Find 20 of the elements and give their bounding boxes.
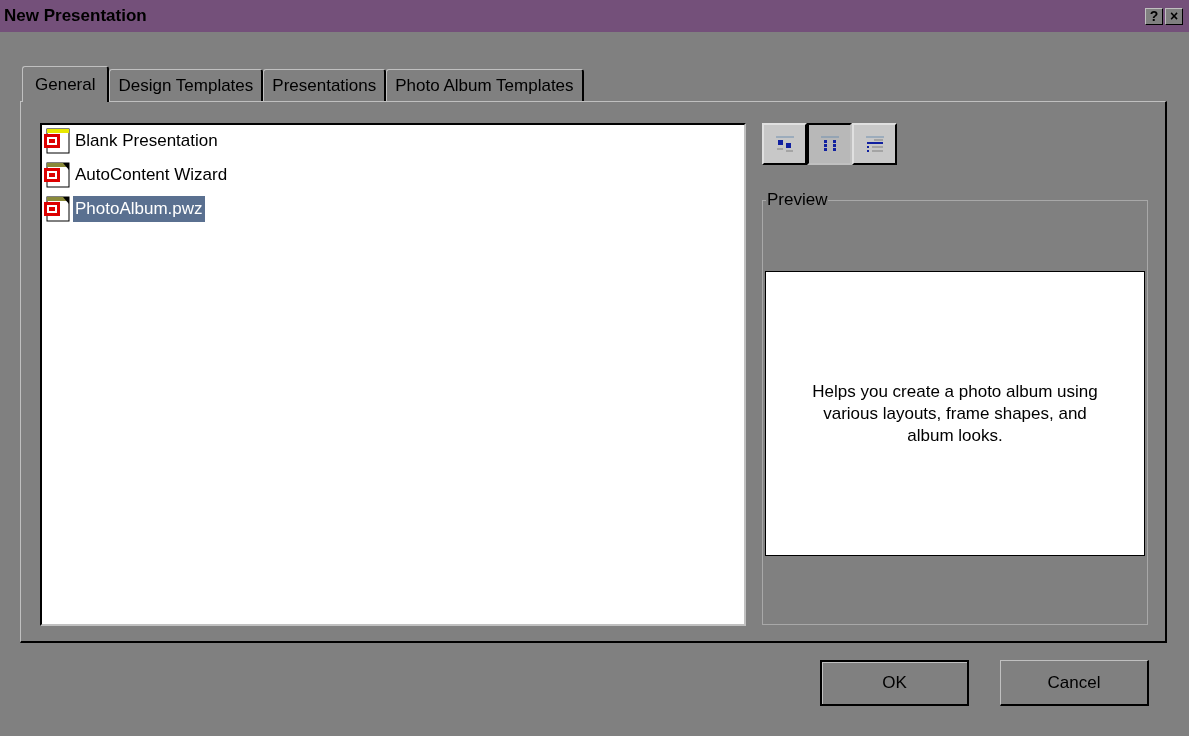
close-button[interactable]: ×: [1165, 7, 1183, 25]
view-button[interactable]: [807, 123, 852, 165]
window-title: New Presentation: [4, 5, 147, 28]
file-item[interactable]: Blank Presentation: [73, 128, 220, 154]
tab[interactable]: Photo Album Templates: [386, 69, 584, 101]
file-item[interactable]: PhotoAlbum.pwz: [73, 196, 205, 222]
large-icons-icon: [773, 135, 796, 153]
presentation-file-icon: [43, 162, 73, 188]
presentation-file-icon: [43, 128, 73, 154]
presentation-file-icon: [43, 196, 73, 222]
ok-button[interactable]: OK: [820, 660, 969, 706]
details-view-icon: [863, 135, 886, 153]
preview-description: Helps you create a photo album using various layouts, frame shapes, and album looks.: [811, 380, 1099, 447]
tab[interactable]: General: [22, 66, 110, 102]
tab[interactable]: Design Templates: [109, 69, 264, 101]
cancel-button[interactable]: Cancel: [1000, 660, 1149, 706]
tab[interactable]: Presentations: [263, 69, 387, 101]
file-item[interactable]: AutoContent Wizard: [73, 162, 230, 188]
help-button[interactable]: ?: [1145, 7, 1163, 25]
list-view-icon: [818, 135, 841, 153]
